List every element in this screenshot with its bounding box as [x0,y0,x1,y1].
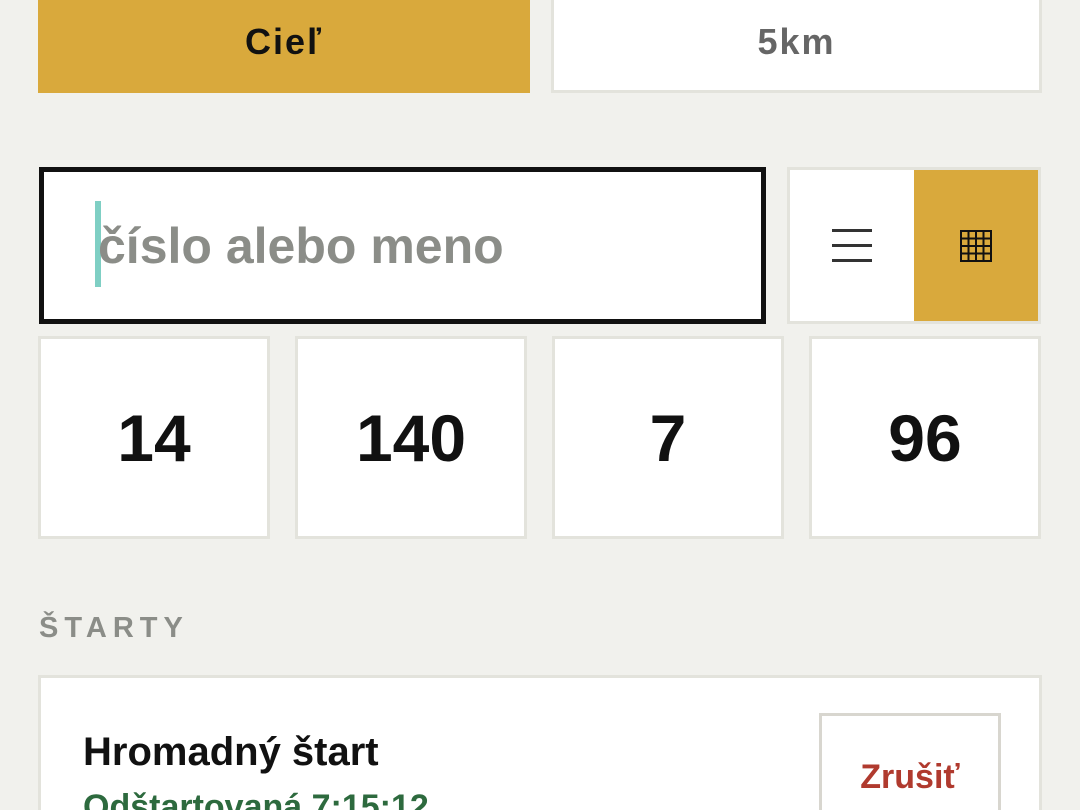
search-field[interactable] [39,167,766,324]
cancel-button[interactable]: Zrušiť [819,713,1001,810]
app-screen: Cieľ 5km číslo alebo meno 14 140 7 96 ŠT… [0,0,1080,810]
search-input[interactable] [98,172,738,319]
bib-tile[interactable]: 96 [809,336,1041,539]
start-status: Odštartovaná 7:15:12 [83,788,429,810]
start-card: Hromadný štart Odštartovaná 7:15:12 Zruš… [38,675,1042,810]
starts-heading: ŠTARTY [39,612,189,644]
grid-icon [960,229,992,262]
list-icon [832,228,872,262]
distance-mode-button[interactable]: 5km [551,0,1042,93]
list-view-button[interactable] [790,170,914,321]
bib-tile[interactable]: 14 [38,336,270,539]
bib-tile[interactable]: 140 [295,336,527,539]
grid-view-button[interactable] [914,170,1038,321]
bib-tile[interactable]: 7 [552,336,784,539]
view-toggle [787,167,1041,324]
finish-mode-button[interactable]: Cieľ [38,0,530,93]
start-name: Hromadný štart [83,730,379,774]
